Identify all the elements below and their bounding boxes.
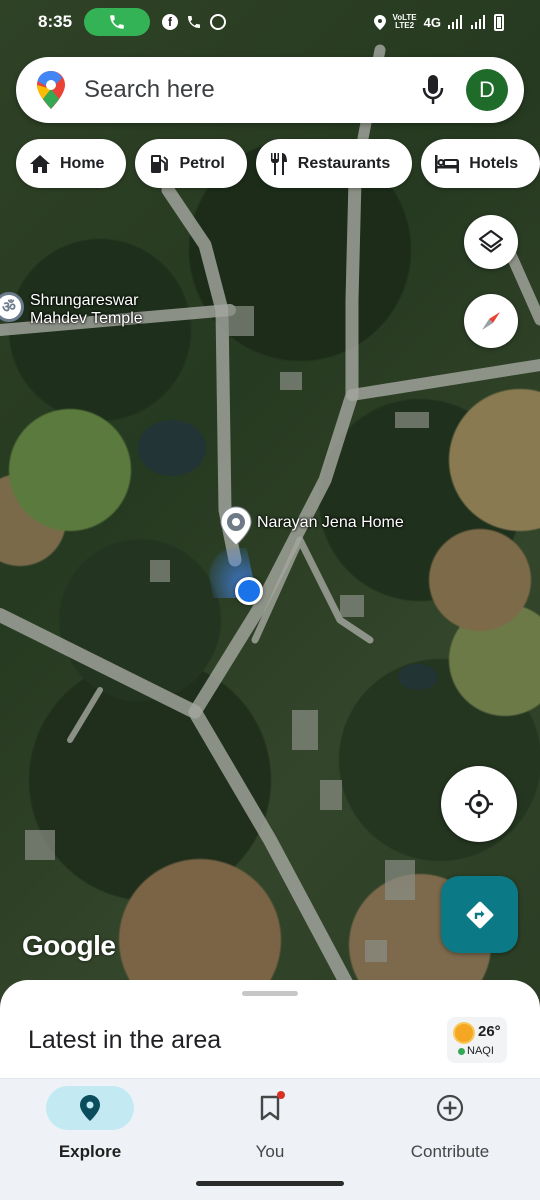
sun-icon (455, 1024, 473, 1042)
nav-label: Explore (58, 1142, 122, 1161)
nav-contribute-pill (406, 1086, 494, 1130)
call-icon[interactable] (84, 8, 151, 36)
temperature: 26° (478, 1023, 501, 1040)
temple-label: Shrungareswar Mahdev Temple (30, 292, 143, 327)
home-icon (30, 154, 50, 173)
status-time: 8:35 (38, 12, 73, 31)
my-location-dot (235, 577, 263, 605)
chip-label: Home (60, 154, 105, 172)
compass-icon (482, 312, 500, 330)
crosshair-icon (465, 790, 493, 818)
search-input[interactable]: Search here (84, 76, 422, 104)
facebook-icon: f (162, 14, 179, 30)
chip-label: Restaurants (297, 154, 391, 172)
bookmark-icon (260, 1095, 280, 1121)
avatar[interactable]: D (466, 69, 508, 111)
nav-explore-pill (46, 1086, 134, 1130)
nav-contribute[interactable]: Contribute (360, 1079, 540, 1179)
my-location-button[interactable] (441, 766, 517, 842)
aqi-dot (458, 1048, 465, 1055)
status-bar: 8:35 f VoLTE LTE2 4G (0, 0, 540, 44)
nav-label: You (255, 1142, 285, 1161)
fuel-icon (151, 154, 169, 173)
notification-dot (277, 1091, 285, 1099)
saved-place-label[interactable]: Narayan Jena Home (257, 514, 404, 532)
signal-icon (471, 15, 485, 29)
signal-icon (448, 15, 462, 29)
sheet-title: Latest in the area (28, 1026, 222, 1054)
nav-you[interactable]: You (180, 1079, 360, 1179)
chip-petrol[interactable]: Petrol (135, 139, 247, 188)
weather-chip[interactable]: 26° NAQI (447, 1017, 507, 1063)
phone-icon (188, 16, 201, 28)
maps-logo-icon (37, 71, 65, 109)
add-circle-icon (436, 1094, 464, 1122)
directions-icon (466, 901, 493, 928)
drag-handle[interactable] (242, 991, 298, 996)
location-icon (373, 14, 386, 30)
layers-icon (478, 229, 504, 253)
directions-button[interactable] (441, 876, 518, 953)
chip-restaurants[interactable]: Restaurants (255, 139, 413, 188)
volte-indicator: VoLTE LTE2 (392, 13, 417, 30)
om-icon: ॐ (0, 292, 24, 322)
gesture-bar[interactable] (196, 1181, 344, 1186)
nav-explore[interactable]: Explore (0, 1079, 180, 1179)
bottom-sheet[interactable]: Latest in the area 26° NAQI (0, 980, 540, 1080)
restaurant-icon (270, 152, 287, 175)
place-pin-icon[interactable] (219, 505, 253, 552)
temple-poi[interactable]: ॐ Shrungareswar Mahdev Temple (0, 292, 143, 328)
whatsapp-icon (210, 14, 227, 30)
search-bar[interactable]: Search here D (16, 57, 524, 123)
chip-home[interactable]: Home (16, 139, 127, 188)
aqi-label: NAQI (467, 1045, 494, 1057)
nav-label: Contribute (410, 1142, 490, 1161)
network-type: 4G (423, 14, 441, 30)
layers-button[interactable] (464, 215, 518, 269)
battery-icon (494, 13, 504, 31)
chip-hotels[interactable]: Hotels (421, 139, 540, 188)
hotel-icon (435, 154, 460, 173)
explore-pin-icon (80, 1095, 100, 1121)
google-attribution: Google (22, 930, 116, 961)
chip-label: Petrol (179, 154, 225, 172)
chip-label: Hotels (469, 154, 519, 172)
category-chips: Home Petrol Restaurants Hotels (16, 139, 540, 188)
microphone-icon[interactable] (422, 75, 444, 105)
compass-button[interactable] (464, 294, 518, 348)
nav-you-pill (226, 1086, 314, 1130)
